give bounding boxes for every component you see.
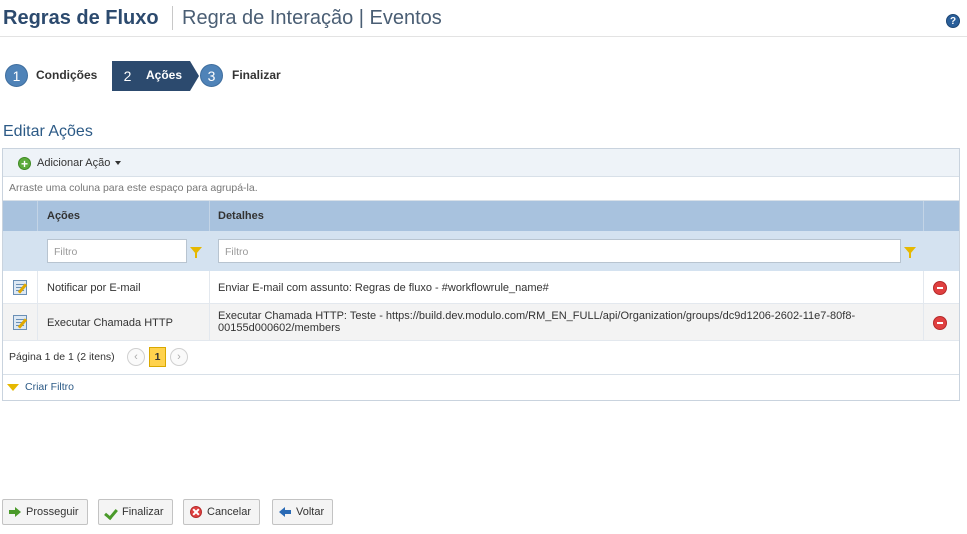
page-header: Regras de Fluxo Regra de Interação | Eve… bbox=[0, 0, 967, 37]
delete-icon[interactable] bbox=[933, 281, 947, 295]
grid-toolbar: + Adicionar Ação bbox=[3, 149, 959, 177]
column-divider bbox=[37, 201, 38, 231]
column-divider bbox=[209, 271, 210, 341]
step-number: 1 bbox=[5, 64, 28, 87]
details-cell: Executar Chamada HTTP: Teste - https://b… bbox=[218, 310, 856, 334]
pager: Página 1 de 1 (2 itens) ‹ 1 › bbox=[3, 341, 959, 375]
group-panel[interactable]: Arraste uma coluna para este espaço para… bbox=[3, 177, 959, 201]
column-divider bbox=[923, 271, 924, 341]
prev-page-icon[interactable]: ‹ bbox=[127, 348, 145, 366]
cancel-label: Cancelar bbox=[207, 506, 252, 518]
page-number-button[interactable]: 1 bbox=[149, 347, 166, 367]
active-step-arrow bbox=[190, 61, 199, 91]
filter-row: Filtro Filtro bbox=[3, 231, 959, 271]
finish-button[interactable]: Finalizar bbox=[98, 499, 173, 525]
column-divider bbox=[37, 271, 38, 341]
add-action-label: Adicionar Ação bbox=[37, 157, 111, 169]
action-cell: Executar Chamada HTTP bbox=[47, 317, 173, 329]
cancel-button[interactable]: Cancelar bbox=[183, 499, 261, 525]
column-divider bbox=[209, 201, 210, 231]
page-subtitle: Regra de Interação | Eventos bbox=[182, 7, 442, 29]
step-number: 2 bbox=[116, 64, 139, 87]
proceed-button[interactable]: Prosseguir bbox=[2, 499, 88, 525]
title-divider bbox=[172, 6, 173, 30]
section-title: Editar Ações bbox=[3, 123, 93, 140]
cancel-icon bbox=[190, 506, 202, 518]
pager-summary: Página 1 de 1 (2 itens) bbox=[9, 351, 115, 363]
filter-icon bbox=[7, 383, 19, 391]
column-header-details[interactable]: Detalhes bbox=[218, 210, 264, 222]
help-icon[interactable]: ? bbox=[946, 14, 960, 28]
finish-label: Finalizar bbox=[122, 506, 164, 518]
chevron-down-icon bbox=[115, 161, 122, 165]
step-label: Ações bbox=[146, 68, 183, 82]
back-label: Voltar bbox=[296, 506, 325, 518]
delete-icon[interactable] bbox=[933, 316, 947, 330]
actions-filter-input[interactable]: Filtro bbox=[47, 239, 187, 263]
step-number: 3 bbox=[200, 64, 223, 87]
wizard-steps: 1 Condições 2 Ações 3 Finalizar bbox=[0, 61, 400, 91]
arrow-left-icon bbox=[279, 506, 291, 518]
action-cell: Notificar por E-mail bbox=[47, 282, 141, 294]
create-filter-label: Criar Filtro bbox=[25, 381, 74, 393]
table-row[interactable]: Executar Chamada HTTP Executar Chamada H… bbox=[3, 304, 959, 341]
create-filter-link[interactable]: Criar Filtro bbox=[7, 380, 74, 394]
group-hint: Arraste uma coluna para este espaço para… bbox=[9, 182, 258, 194]
back-button[interactable]: Voltar bbox=[272, 499, 334, 525]
grid-header-row: Ações Detalhes bbox=[3, 201, 959, 231]
details-cell: Enviar E-mail com assunto: Regras de flu… bbox=[218, 282, 549, 294]
add-icon: + bbox=[18, 156, 31, 170]
check-icon bbox=[105, 506, 117, 518]
next-page-icon[interactable]: › bbox=[170, 348, 188, 366]
step-label: Finalizar bbox=[232, 68, 281, 82]
filter-icon[interactable] bbox=[190, 247, 202, 258]
table-row[interactable]: Notificar por E-mail Enviar E-mail com a… bbox=[3, 271, 959, 304]
column-divider bbox=[923, 201, 924, 231]
arrow-right-icon bbox=[9, 506, 21, 518]
column-header-actions[interactable]: Ações bbox=[47, 210, 80, 222]
filter-icon[interactable] bbox=[904, 247, 916, 258]
edit-icon[interactable] bbox=[13, 280, 27, 295]
edit-icon[interactable] bbox=[13, 315, 27, 330]
step-label: Condições bbox=[36, 68, 98, 82]
details-filter-input[interactable]: Filtro bbox=[218, 239, 901, 263]
proceed-label: Prosseguir bbox=[26, 506, 79, 518]
add-action-button[interactable]: + Adicionar Ação bbox=[18, 154, 122, 172]
page-title: Regras de Fluxo bbox=[3, 7, 159, 29]
actions-grid: + Adicionar Ação Arraste uma coluna para… bbox=[2, 148, 960, 401]
